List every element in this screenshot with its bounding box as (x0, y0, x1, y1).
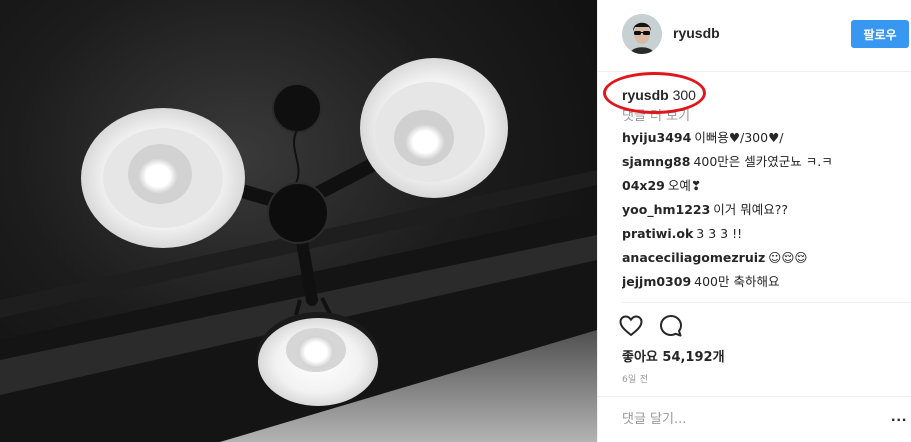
comment-item: yoo_hm1223 이거 뭐예요?? (622, 198, 907, 222)
actions-divider (622, 302, 911, 303)
comment-username[interactable]: 04x29 (622, 178, 665, 193)
avatar[interactable] (622, 14, 662, 54)
caption: ryusdb 300 (622, 86, 907, 104)
likes-count[interactable]: 좋아요 54,192개 (622, 346, 725, 365)
comment-item: hyiju3494 이뻐용♥/300♥/ (622, 126, 907, 150)
comment-input[interactable] (622, 409, 852, 429)
comment-text: ☺😌😌 (768, 250, 808, 265)
post-actions (618, 313, 684, 341)
heart-outline-icon[interactable] (618, 313, 644, 339)
post-header: ryusdb 팔로우 (598, 0, 911, 72)
post-timestamp[interactable]: 6일 전 (622, 372, 648, 385)
add-comment-bar: ... (598, 396, 911, 442)
profile-photo-icon (622, 14, 662, 54)
load-more-comments-link[interactable]: 댓글 더 보기 (622, 108, 907, 126)
comment-item: pratiwi.ok 3 3 3 !! (622, 222, 907, 246)
ceiling-lamp-image (0, 58, 597, 442)
comment-text: 이뻐용♥/300♥/ (694, 130, 784, 145)
header-username[interactable]: ryusdb (673, 25, 720, 41)
comment-username[interactable]: pratiwi.ok (622, 226, 693, 241)
comment-text: 이거 뭐예요?? (713, 202, 789, 217)
more-options-button[interactable]: ... (891, 409, 907, 425)
follow-button[interactable]: 팔로우 (851, 20, 909, 48)
comment-item: 04x29 오예❣ (622, 174, 907, 198)
comment-username[interactable]: anaceciliagomezruiz (622, 250, 765, 265)
comment-item: sjamng88 400만은 셀카였군뇨 ㅋ.ㅋ (622, 150, 907, 174)
comment-username[interactable]: jejjm0309 (622, 274, 691, 289)
caption-text: 300 (672, 87, 696, 103)
comment-username[interactable]: yoo_hm1223 (622, 202, 710, 217)
comment-text: 400만은 셀카였군뇨 ㅋ.ㅋ (693, 154, 833, 169)
comment-item: jejjm0309 400만 축하해요 (622, 270, 907, 294)
comment-text: 3 3 3 !! (696, 226, 743, 241)
comment-list: ryusdb 300 댓글 더 보기 hyiju3494 이뻐용♥/300♥/ s… (622, 86, 907, 294)
post-view: ryusdb 팔로우 ryusdb 300 댓글 더 보기 hyiju3494 이… (0, 0, 911, 442)
caption-username[interactable]: ryusdb (622, 87, 669, 103)
comment-item: anaceciliagomezruiz ☺😌😌 (622, 246, 907, 270)
speech-bubble-icon[interactable] (658, 313, 684, 339)
comment-username[interactable]: sjamng88 (622, 154, 690, 169)
post-photo[interactable] (0, 0, 597, 442)
post-side-panel: ryusdb 팔로우 ryusdb 300 댓글 더 보기 hyiju3494 이… (597, 0, 911, 442)
comment-username[interactable]: hyiju3494 (622, 130, 691, 145)
comment-text: 오예❣ (667, 178, 702, 193)
comment-text: 400만 축하해요 (694, 274, 780, 289)
